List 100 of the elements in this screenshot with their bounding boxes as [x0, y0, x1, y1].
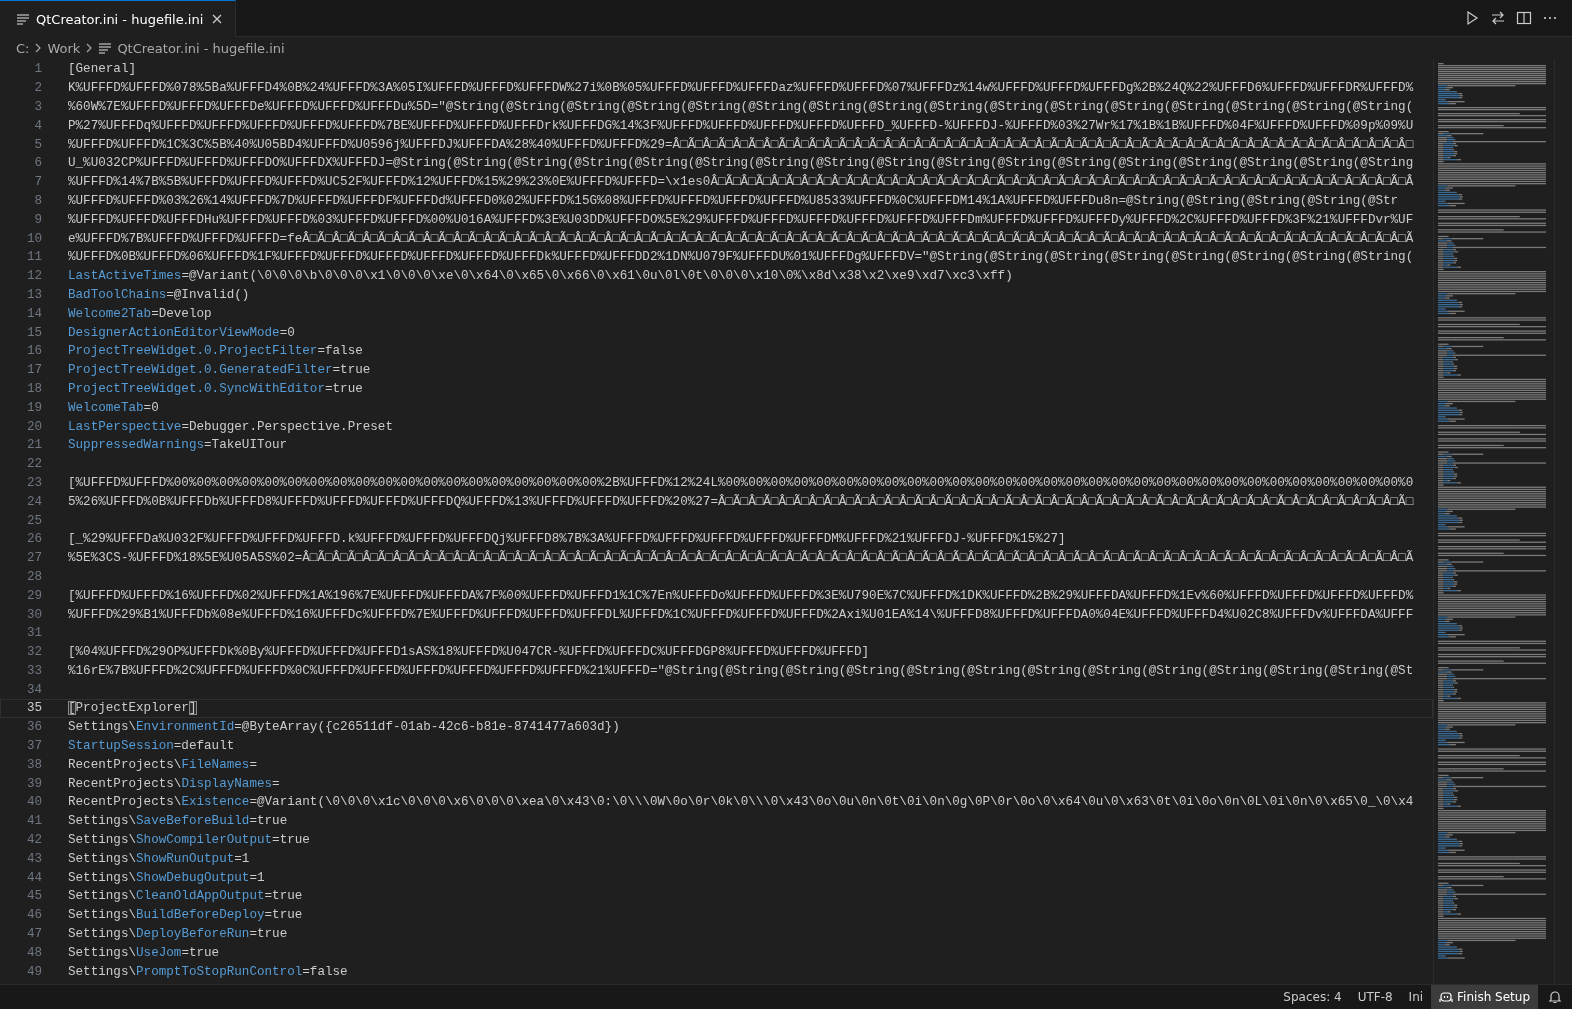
code-line: Settings\BuildBeforeDeploy=true [68, 908, 303, 923]
file-lines-icon [16, 13, 30, 25]
line-number: 25 [25, 513, 42, 528]
code-line: [%UFFFD%UFFFD%16%UFFFD%02%UFFFD%1A%196%7E%UFFFD%UFFFDA%7F%00%UFFFD%UFFFD1%1C%7En%UFFFDo%UFFFD%UFFFD%3E%U790E%7C%UFFFD%1DK%UFFFD%2B%29%UFFFDA%UFFFD%1Ev%60%UFFFD%UFFFD%UFFFD%UFFFD% [68, 588, 1414, 603]
line-number: 33 [25, 663, 42, 678]
line-number: 40 [25, 795, 42, 810]
line-number: 19 [25, 400, 42, 415]
code-line: %60W%7E%UFFFD%UFFFD%UFFFDe%UFFFD%UFFFD%UFFFDu%5D="@String(@String(@String(@String(@String(@String(@String(@String(@String(@String(@String(@String(@String(@String(@String(@String( [68, 100, 1414, 114]
code-line: Settings\UseJom=true [68, 945, 220, 960]
line-number: 41 [25, 814, 42, 829]
code-line: 5%26%UFFFD%0B%UFFFDb%UFFFD8%UFFFD%UFFFD%UFFFD%UFFFDQ%UFFFD%13%UFFFD%UFFFD%UFFFD%20%27=Â□Ã□Â□Ã□Â□Ã□Â□Ã□Â□Ã□Â□Ã□Â□Ã□Â□Ã□Â□Ã□Â□Ã□Â□Ã□Â□Ã□Â□Ã□Â□Ã□Â□Ã□Â□Ã□Â□Ã□Â□Ã□Â□Ã□Â□Ã□Â□Ã□Â□Ã□Â□Ã□ [68, 494, 1414, 509]
line-number: 29 [25, 588, 42, 603]
file-lines-icon [98, 42, 113, 54]
line-number: 22 [25, 457, 42, 472]
code-line: StartupSession=default [68, 739, 235, 754]
status-item[interactable]: Spaces: 4 [1275, 985, 1350, 1009]
code-line: e%UFFFD%7B%UFFFD%UFFFD%UFFFD=feÂ□Ã□Â□Ã□Â□Ã□Â□Ã□Â□Ã□Â□Ã□Â□Ã□Â□Ã□Â□Ã□Â□Ã□Â□Ã□Â□Ã□Â□Ã□Â□Ã□Â□Ã□Â□Ã□Â□Ã□Â□Ã□Â□Ã□Â□Ã□Â□Ã□Â□Ã□Â□Ã□Â□Ã□Â□Ã□Â□Ã□Â□Ã□Â□Ã□Â□Ã□Â□Ã□Â□Ã□Â□Ã□Â□Ã□Â□Ã□Â□Ã□Â□Ã□Â□Ã [68, 231, 1414, 246]
code-line: Settings\ShowRunOutput=1 [68, 851, 250, 866]
code-line: Settings\EnvironmentId=@ByteArray({c26511df-01ab-42c6-b81e-8741477a603d}) [68, 720, 620, 735]
code-line: Welcome2Tab=Develop [68, 306, 212, 321]
line-number: 8 [33, 193, 42, 208]
code-line: RecentProjects\FileNames= [68, 757, 257, 772]
breadcrumb-item[interactable]: Work [47, 40, 81, 56]
line-number: 10 [25, 231, 42, 246]
code-line: P%27%UFFFDq%UFFFD%UFFFD%UFFFD%UFFFD%UFFFD%7BE%UFFFD%UFFFD%UFFFDrk%UFFFDG%14%3F%UFFFD%UFFFD%UFFFD%UFFFD%UFFFD_%UFFFD-%UFFFDJ-%UFFFD%03%27Wr%17%1B%1B%UFFFD%04F%UFFFD%UFFFD%09p%09%U [68, 118, 1414, 133]
line-number: 4 [33, 118, 42, 133]
code-line: %UFFFD%UFFFD%03%26%14%UFFFD%7D%UFFFD%UFFFDF%UFFFDd%UFFFD0%02%UFFFD%15G%08%UFFFD%UFFFD%UFFFD%UFFFD%U8533%UFFFD%0C%UFFFDM14%1A%UFFFD%UFFFDu8n=@String(@String(@String(@String(@Str [68, 193, 1399, 208]
line-number: 47 [25, 927, 42, 942]
line-number: 21 [25, 438, 42, 453]
code-line: Settings\ShowCompilerOutput=true [68, 833, 310, 848]
line-number: 31 [25, 626, 42, 641]
line-number: 45 [25, 889, 42, 904]
line-number: 11 [25, 250, 42, 265]
code-line: %16rE%7B%UFFFD%2C%UFFFD%UFFFD%0C%UFFFD%UFFFD%UFFFD%UFFFD%UFFFD%UFFFD%21%UFFFD="@String(@String(@String(@String(@String(@String(@String(@String(@String(@String(@String(@String(@St [68, 663, 1414, 678]
code-line: LastPerspective=Debugger.Perspective.Preset [68, 419, 393, 434]
run-icon[interactable] [1464, 10, 1480, 26]
line-number: 18 [25, 381, 42, 396]
code-line: Settings\ShowDebugOutput=1 [68, 870, 265, 885]
line-number: 32 [25, 645, 42, 660]
code-line: [General] [68, 62, 137, 77]
line-number: 6 [33, 156, 42, 171]
line-number: 39 [25, 776, 42, 791]
line-number: 43 [25, 851, 42, 866]
code-line: WelcomeTab=0 [68, 400, 159, 415]
code-line: [_%29%UFFFDa%U032F%UFFFD%UFFFD%UFFFD.k%UFFFD%UFFFD%UFFFDQj%UFFFD8%7B%3A%UFFFD%UFFFD%UFFFD%UFFFD%UFFFDM%UFFFD%21%UFFFDJ-%UFFFD%15%27] [68, 532, 1066, 547]
code-line: ProjectTreeWidget.0.GeneratedFilter=true [68, 363, 371, 378]
line-number: 46 [25, 908, 42, 923]
line-number: 48 [25, 945, 42, 960]
code-line: [%04%UFFFD%29OP%UFFFDk%0By%UFFFD%UFFFD%UFFFD1sAS%18%UFFFD%U047CR-%UFFFD%UFFFDC%UFFFDGP8%UFFFD%UFFFD%UFFFD] [68, 645, 870, 660]
tab-title: QtCreator.ini - hugefile.ini [36, 11, 204, 27]
line-number: 5 [33, 137, 42, 152]
breadcrumb-item[interactable]: QtCreator.ini - hugefile.ini [117, 40, 285, 56]
code-line: SuppressedWarnings=TakeUITour [68, 438, 288, 453]
code-line: %UFFFD%14%7B%5B%UFFFD%UFFFD%UFFFD%UC52F%UFFFD%12%UFFFD%15%29%23%0E%UFFFD%UFFFD=\x1es0Â□Ã□Â□Ã□Â□Ã□Â□Ã□Â□Ã□Â□Ã□Â□Ã□Â□Ã□Â□Ã□Â□Ã□Â□Ã□Â□Ã□Â□Ã□Â□Ã□Â□Ã□Â□Ã□Â□Ã□Â□Ã□Â□Ã□Â□Ã□Â□Ã□Â□Ã□Â□Ã□Â [68, 175, 1414, 190]
robot-icon [1439, 990, 1454, 1004]
code-line: U_%U032CP%UFFFD%UFFFD%UFFFDO%UFFFDX%UFFFDJ=@String(@String(@String(@String(@String(@String(@String(@String(@String(@String(@String(@String(@String(@String(@String(@String(@String [68, 156, 1414, 171]
code-line: Settings\PromptToStopRunControl=false [68, 964, 348, 979]
line-number: 27 [25, 551, 42, 566]
swap-arrows-icon[interactable] [1490, 10, 1506, 26]
line-number: 42 [25, 833, 42, 848]
code-line: DesignerActionEditorViewMode=0 [68, 325, 295, 340]
line-number: 37 [25, 739, 42, 754]
status-item[interactable]: UTF-8 [1349, 985, 1401, 1009]
finish-setup-button[interactable]: Finish Setup [1431, 985, 1538, 1009]
code-line: %UFFFD%UFFFD%UFFFDHu%UFFFD%UFFFD%03%UFFFD%UFFFD%00%U016A%UFFFD%3E%U03DD%UFFFDO%5E%29%UFFFD%UFFFD%UFFFD%UFFFD%UFFFD%UFFFDm%UFFFD%UFFFD%UFFFDy%UFFFD%2C%UFFFD%UFFFD%3F%21%UFFFDvr%UF [68, 212, 1414, 227]
status-item[interactable]: Ini [1400, 985, 1432, 1009]
line-number: 24 [25, 494, 42, 509]
split-editor-icon[interactable] [1516, 10, 1532, 26]
code-line: %UFFFD%29%B1%UFFFDb%08e%UFFFD%16%UFFFDc%UFFFD%7E%UFFFD%UFFFD%UFFFD%UFFFDL%UFFFD%1C%UFFFD%UFFFD%UFFFD%2Axi%U01EA%14\%UFFFD8%UFFFD%UFFFDA0%04E%UFFFD%UFFFD4%U02C8%UFFFDv%UFFFDA%UFFF [68, 607, 1414, 622]
code-line: LastActiveTimes=@Variant(\0\0\0\b\0\0\0\x1\0\0\0\xe\0\x64\0\x65\0\x66\0\x61\0u\0l\0t\0\0\0\x10\0%\x8d\x38\x2\xe9\xd7\xc3\xff) [68, 269, 1013, 284]
line-number: 12 [25, 269, 42, 284]
line-number: 44 [25, 870, 42, 885]
line-number: 23 [25, 475, 42, 490]
line-number: 15 [25, 325, 42, 340]
bell-icon[interactable] [1548, 990, 1562, 1004]
line-number: 36 [25, 720, 42, 735]
code-line: Settings\DeployBeforeRun=true [68, 927, 288, 942]
line-number: 3 [33, 100, 42, 114]
code-line: Settings\SaveBeforeBuild=true [68, 814, 288, 829]
chevron-icon [34, 43, 43, 53]
line-number: 16 [25, 344, 42, 359]
code-line: ProjectTreeWidget.0.SyncWithEditor=true [68, 381, 363, 396]
line-number: 28 [25, 569, 42, 584]
line-number: 49 [25, 964, 42, 979]
breadcrumb-item[interactable]: C: [16, 40, 30, 56]
line-number: 26 [25, 532, 42, 547]
line-number: 35 [25, 701, 42, 716]
code-line: %5E%3CS-%UFFFD%18%5E%U05A5S%02=Â□Ã□Â□Ã□Â□Ã□Â□Ã□Â□Ã□Â□Ã□Â□Ã□Â□Ã□Â□Ã□Â□Ã□Â□Ã□Â□Ã□Â□Ã□Â□Ã□Â□Ã□Â□Ã□Â□Ã□Â□Ã□Â□Ã□Â□Ã□Â□Ã□Â□Ã□Â□Ã□Â□Ã□Â□Ã□Â□Ã□Â□Ã□Â□Ã□Â□Ã□Â□Ã□Â□Ã□Â□Ã□Â□Ã□Â□Ã□Â□Ã□Â□Ã□Â□Ã [68, 551, 1414, 566]
code-line: %UFFFD%0B%UFFFD%06%UFFFD%1F%UFFFD%UFFFD%UFFFD%UFFFD%UFFFD%UFFFDk%UFFFD%UFFFDD2%1DN%U079F%UFFFDU%01%UFFFDg%UFFFDV="@String(@String(@String(@String(@String(@String(@String(@String( [68, 250, 1414, 265]
code-line: K%UFFFD%UFFFD%078%5Ba%UFFFD4%0B%24%UFFFD%3A%05I%UFFFD%UFFFD%UFFFDW%27i%0B%05%UFFFD%UFFFD%UFFFDaz%UFFFD%UFFFD%07%UFFFDz%14w%UFFFD%UFFFD%UFFFDg%2B%24Q%22%UFFFD6%UFFFD%UFFFDR%UFFFD% [68, 81, 1414, 96]
line-number: 9 [33, 212, 42, 227]
code-line: [%UFFFD%UFFFD%00%00%00%00%00%00%00%00%00%00%00%00%00%00%00%00%00%00%00%2B%UFFFD%12%24L%00%00%00%00%00%00%00%00%00%00%00%00%00%00%00%00%00%00%00%00%00%00%00%00%00%00%00%00%00%00%0 [68, 475, 1414, 490]
editor-tab[interactable]: QtCreator.ini - hugefile.ini [0, 0, 237, 37]
line-number: 14 [25, 306, 42, 321]
line-number: 38 [25, 757, 42, 772]
code-line: RecentProjects\Existence=@Variant(\0\0\0\x1c\0\0\0\x6\0\0\0\xea\0\x43\0:\0\\\0W\0o\0r\0k\0\\\0\x43\0o\0u\0n\0t\0i\0n\0g\0P\0r\0o\0\x64\0u\0\x63\0t\0i\0o\0n\0L\0i\0n\0\x65\0_\0\x4 [68, 795, 1414, 810]
chevron-icon [85, 43, 94, 53]
line-number: 34 [25, 682, 42, 697]
line-number: 20 [25, 419, 42, 434]
code-line: Settings\CleanOldAppOutput=true [68, 889, 303, 904]
